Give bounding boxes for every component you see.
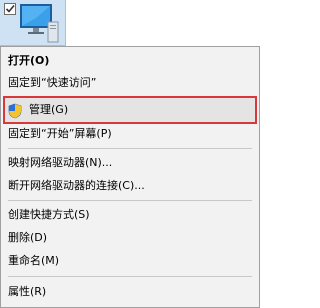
menu-separator [8, 200, 252, 201]
menu-item-pin-start[interactable]: 固定到“开始”屏幕(P) [3, 123, 257, 145]
menu-item-label: 固定到“快速访问” [8, 76, 97, 89]
desktop-area [0, 0, 260, 46]
menu-item-label: 管理(G) [29, 103, 69, 116]
selection-checkbox-icon [4, 3, 16, 15]
this-pc-desktop-icon[interactable] [0, 0, 66, 46]
menu-item-label: 映射网络驱动器(N)... [8, 156, 113, 169]
menu-item-map-network-drive[interactable]: 映射网络驱动器(N)... [3, 152, 257, 174]
menu-item-label: 固定到“开始”屏幕(P) [8, 127, 112, 140]
uac-shield-icon [7, 102, 23, 119]
menu-item-label: 属性(R) [8, 285, 47, 298]
this-pc-icon [4, 3, 59, 43]
menu-item-rename[interactable]: 重命名(M) [3, 250, 257, 272]
menu-item-label: 重命名(M) [8, 254, 60, 267]
menu-item-pin-quick-access[interactable]: 固定到“快速访问” [3, 72, 257, 94]
menu-separator [8, 148, 252, 149]
menu-item-label: 断开网络驱动器的连接(C)... [8, 179, 145, 192]
menu-item-label: 创建快捷方式(S) [8, 208, 90, 221]
menu-item-open[interactable]: 打开(O) [3, 50, 257, 72]
menu-item-delete[interactable]: 删除(D) [3, 227, 257, 249]
menu-item-properties[interactable]: 属性(R) [3, 281, 257, 303]
menu-separator [8, 276, 252, 277]
screen: 打开(O) 固定到“快速访问” 管理(G) 固定到“开始”屏幕(P) 映射网络驱… [0, 0, 260, 308]
menu-item-disconnect-network-drive[interactable]: 断开网络驱动器的连接(C)... [3, 175, 257, 197]
menu-item-label: 删除(D) [8, 231, 48, 244]
menu-item-manage[interactable]: 管理(G) [3, 96, 257, 124]
context-menu: 打开(O) 固定到“快速访问” 管理(G) 固定到“开始”屏幕(P) 映射网络驱… [0, 46, 260, 308]
menu-item-create-shortcut[interactable]: 创建快捷方式(S) [3, 204, 257, 226]
menu-item-label: 打开(O) [8, 54, 50, 67]
